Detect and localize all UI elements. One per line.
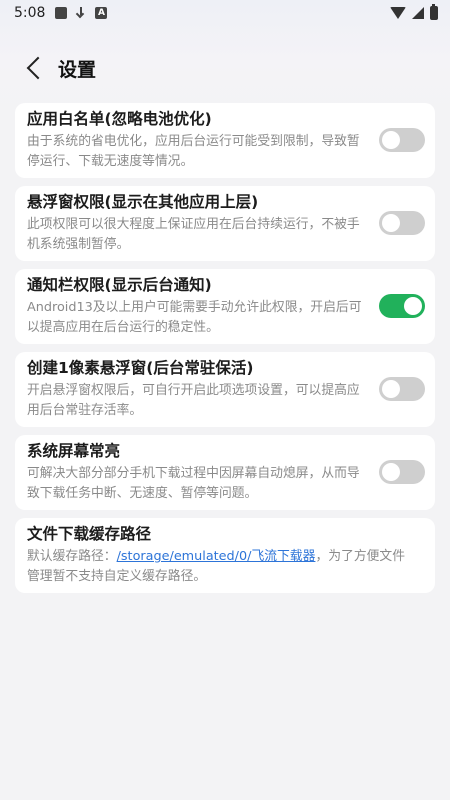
square-notification-icon [55, 7, 68, 19]
setting-desc: 此项权限可以很大程度上保证应用在后台持续运行，不被手机系统强制暂停。 [27, 217, 360, 252]
setting-notification-permission: 通知栏权限(显示后台通知) Android13及以上用户可能需要手动允许此权限，… [15, 269, 435, 344]
download-icon [75, 6, 87, 20]
switch-knob [382, 130, 400, 149]
pixel-overlay-switch[interactable] [379, 376, 425, 401]
status-icons-left: A [55, 6, 108, 20]
setting-desc: 由于系统的省电优化，应用后台运行可能受到限制，导致暂停运行、下载无速度等情况。 [27, 134, 360, 169]
status-bar: 5:08 A [0, 0, 450, 26]
wifi-icon [390, 7, 406, 19]
settings-page: 5:08 A 设置 应用白名单(忽略电池优化) 由于系统的省电优化，应用后台运行… [0, 0, 450, 800]
page-title: 设置 [58, 58, 97, 81]
setting-desc: 可解决大部分部分手机下载过程中因屏幕自动熄屏，从而导致下载任务中断、无速度、暂停… [27, 466, 360, 501]
a-icon: A [95, 7, 108, 19]
switch-knob [382, 379, 400, 398]
battery-whitelist-switch[interactable] [379, 127, 425, 152]
header: 设置 [0, 48, 450, 88]
status-icons-right [390, 4, 438, 20]
setting-title: 通知栏权限(显示后台通知) [27, 276, 212, 294]
download-path-link[interactable]: /storage/emulated/0/飞流下载器 [117, 549, 316, 564]
switch-knob [382, 462, 400, 481]
setting-title: 文件下载缓存路径 [27, 525, 152, 543]
setting-overlay-permission: 悬浮窗权限(显示在其他应用上层) 此项权限可以很大程度上保证应用在后台持续运行，… [15, 186, 435, 261]
screen-always-on-switch[interactable] [379, 459, 425, 484]
setting-title: 创建1像素悬浮窗(后台常驻保活) [27, 359, 254, 377]
setting-title: 系统屏幕常亮 [27, 442, 121, 460]
signal-icon [412, 7, 424, 19]
setting-battery-whitelist: 应用白名单(忽略电池优化) 由于系统的省电优化，应用后台运行可能受到限制，导致暂… [15, 103, 435, 178]
path-prefix: 默认缓存路径： [27, 549, 117, 564]
back-button[interactable] [18, 48, 58, 88]
overlay-permission-switch[interactable] [379, 210, 425, 235]
settings-list: 应用白名单(忽略电池优化) 由于系统的省电优化，应用后台运行可能受到限制，导致暂… [15, 103, 435, 601]
setting-download-path: 文件下载缓存路径 默认缓存路径：/storage/emulated/0/飞流下载… [15, 518, 435, 593]
setting-desc: Android13及以上用户可能需要手动允许此权限，开启后可以提高应用在后台运行… [27, 300, 362, 335]
setting-title: 应用白名单(忽略电池优化) [27, 110, 212, 128]
setting-title: 悬浮窗权限(显示在其他应用上层) [27, 193, 259, 211]
switch-knob [382, 213, 400, 232]
setting-desc: 开启悬浮窗权限后，可自行开启此项选项设置，可以提高应用后台常驻存活率。 [27, 383, 360, 418]
status-time: 5:08 [14, 5, 46, 21]
notification-permission-switch[interactable] [379, 293, 425, 318]
setting-pixel-overlay: 创建1像素悬浮窗(后台常驻保活) 开启悬浮窗权限后，可自行开启此项选项设置，可以… [15, 352, 435, 427]
switch-knob [404, 296, 422, 315]
battery-icon [430, 4, 438, 20]
setting-desc: 默认缓存路径：/storage/emulated/0/飞流下载器，为了方便文件管… [27, 547, 417, 587]
setting-screen-always-on: 系统屏幕常亮 可解决大部分部分手机下载过程中因屏幕自动熄屏，从而导致下载任务中断… [15, 435, 435, 510]
